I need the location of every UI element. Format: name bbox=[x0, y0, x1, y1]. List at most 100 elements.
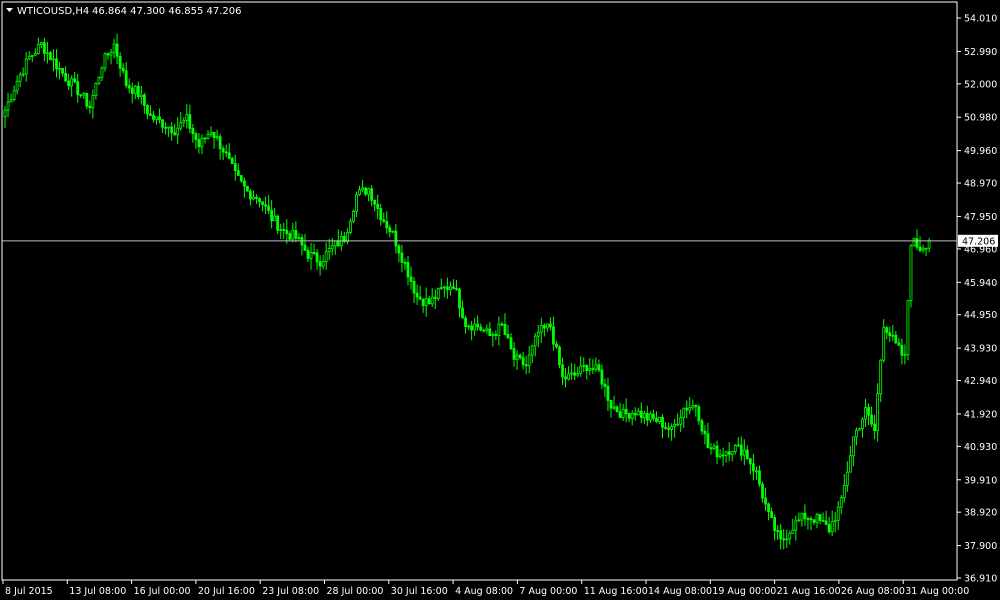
y-tick-label: 40.930 bbox=[964, 442, 997, 453]
candle-body bbox=[406, 262, 410, 278]
candle-body bbox=[24, 58, 28, 75]
x-tick-label: 20 Jul 16:00 bbox=[198, 586, 255, 597]
candle-body bbox=[567, 373, 570, 380]
candle-body bbox=[518, 354, 522, 359]
candle-body bbox=[697, 406, 701, 422]
candle-body bbox=[776, 530, 780, 532]
candle-body bbox=[155, 116, 158, 120]
candle-body bbox=[915, 238, 919, 248]
candle-body bbox=[521, 357, 525, 366]
candle-body bbox=[355, 194, 358, 212]
candle-body bbox=[333, 240, 337, 247]
candle-body bbox=[694, 405, 698, 408]
candle-body bbox=[558, 346, 561, 366]
candle-body bbox=[212, 131, 216, 139]
candle-body bbox=[470, 325, 474, 331]
candle-body bbox=[433, 296, 437, 299]
candle-body bbox=[385, 220, 389, 229]
candle-body bbox=[136, 85, 140, 98]
candle-body bbox=[803, 512, 807, 520]
candle-body bbox=[721, 454, 725, 457]
candle-body bbox=[642, 413, 646, 419]
candle-body bbox=[179, 122, 183, 129]
candle-body bbox=[42, 42, 46, 54]
candle-body bbox=[364, 187, 367, 195]
candle-body bbox=[761, 483, 764, 499]
candle-body bbox=[542, 325, 546, 329]
candle-body bbox=[436, 288, 440, 299]
candle-body bbox=[894, 334, 898, 344]
candle-body bbox=[876, 393, 880, 432]
candle-body bbox=[509, 337, 513, 350]
candle-body bbox=[152, 114, 155, 120]
candle-body bbox=[270, 210, 274, 222]
candle-body bbox=[394, 230, 398, 247]
candle-body bbox=[773, 517, 777, 531]
candle-body bbox=[900, 344, 904, 356]
candle-body bbox=[736, 444, 740, 447]
candle-body bbox=[818, 514, 822, 521]
candle-body bbox=[555, 343, 558, 348]
candle-body bbox=[142, 94, 146, 106]
candle-body bbox=[182, 120, 186, 124]
candle-body bbox=[82, 92, 86, 96]
candle-body bbox=[218, 136, 222, 150]
candle-body bbox=[582, 364, 586, 367]
candle-body bbox=[782, 538, 786, 541]
candle-body bbox=[639, 410, 643, 419]
x-tick-label: 28 Jul 00:00 bbox=[327, 586, 384, 597]
candle-body bbox=[306, 249, 310, 259]
candle-body bbox=[785, 538, 789, 541]
candle-body bbox=[806, 518, 810, 521]
candle-body bbox=[655, 417, 658, 422]
candle-body bbox=[536, 331, 540, 337]
candle-body bbox=[112, 43, 116, 53]
candle-body bbox=[139, 94, 143, 98]
candle-body bbox=[742, 449, 746, 456]
candle-body bbox=[503, 323, 507, 335]
candle-body bbox=[836, 506, 840, 521]
candle-body bbox=[288, 233, 292, 240]
candle-body bbox=[815, 514, 819, 523]
candle-body bbox=[379, 208, 383, 221]
candle-body bbox=[482, 329, 486, 332]
candle-body bbox=[506, 333, 510, 339]
candle-body bbox=[579, 365, 583, 374]
candle-body bbox=[670, 426, 673, 430]
candle-body bbox=[100, 67, 104, 78]
candle-body bbox=[427, 298, 431, 305]
current-price-label: 47.206 bbox=[962, 236, 995, 247]
candle-body bbox=[636, 410, 640, 416]
candle-body bbox=[242, 180, 246, 187]
candle-body bbox=[600, 369, 604, 385]
candle-body bbox=[115, 43, 119, 57]
ohlc-quote: 46.864 47.300 46.855 47.206 bbox=[92, 6, 242, 17]
candle-body bbox=[388, 227, 392, 233]
candle-body bbox=[79, 94, 83, 97]
candle-body bbox=[46, 52, 49, 55]
candle-body bbox=[921, 247, 925, 251]
candle-body bbox=[197, 139, 201, 148]
candle-body bbox=[727, 451, 731, 455]
candle-body bbox=[224, 151, 228, 154]
candle-body bbox=[852, 436, 855, 457]
candle-body bbox=[73, 78, 77, 83]
candle-body bbox=[658, 416, 661, 422]
candle-body bbox=[752, 463, 755, 472]
price-chart[interactable]: WTICOUSD,H4 46.864 47.300 46.855 47.206 … bbox=[0, 0, 1000, 600]
candle-body bbox=[439, 287, 443, 290]
candle-body bbox=[312, 251, 316, 254]
candle-body bbox=[194, 133, 198, 140]
candle-body bbox=[494, 334, 498, 336]
candle-body bbox=[221, 148, 225, 153]
candle-body bbox=[924, 247, 928, 250]
candle-body bbox=[109, 52, 113, 56]
candle-body bbox=[748, 458, 752, 465]
candle-body bbox=[273, 215, 277, 222]
x-tick-label: 30 Jul 16:00 bbox=[391, 586, 448, 597]
candle-body bbox=[545, 323, 549, 329]
candle-body bbox=[345, 232, 349, 242]
candle-body bbox=[621, 408, 625, 419]
candle-body bbox=[912, 238, 916, 247]
candle-body bbox=[909, 245, 913, 302]
